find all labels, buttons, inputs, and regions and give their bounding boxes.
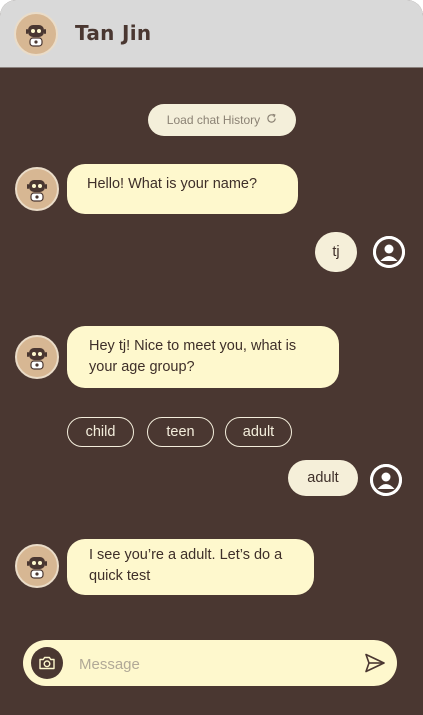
message-composer [23, 640, 397, 686]
option-label: adult [242, 424, 275, 440]
chat-app: Tan Jin Load chat History Hello! What is… [0, 0, 423, 715]
chat-title: Tan Jin [75, 21, 152, 45]
option-adult-button[interactable]: adult [225, 417, 292, 447]
user-message: adult [288, 460, 358, 496]
camera-button[interactable] [31, 647, 63, 679]
chat-header: Tan Jin [0, 0, 423, 68]
option-label: child [85, 424, 116, 440]
load-chat-history-label: Load chat History [166, 113, 261, 127]
refresh-icon [266, 113, 277, 127]
user-message: tj [315, 232, 357, 272]
load-chat-history-button[interactable]: Load chat History [148, 104, 296, 136]
option-teen-button[interactable]: teen [147, 417, 214, 447]
message-text: tj [332, 243, 340, 260]
bot-message: Hey tj! Nice to meet you, what is your a… [67, 326, 339, 388]
camera-icon [39, 656, 55, 670]
message-text: I see you’re a adult. Let’s do a quick t… [89, 547, 283, 584]
robot-icon [14, 12, 58, 56]
option-label: teen [166, 424, 195, 440]
message-text: adult [307, 469, 339, 486]
message-input[interactable] [77, 648, 351, 680]
bot-message: Hello! What is your name? [67, 164, 298, 214]
option-child-button[interactable]: child [67, 417, 134, 447]
message-text: Hey tj! Nice to meet you, what is your a… [89, 338, 297, 375]
send-button[interactable] [363, 651, 387, 675]
robot-icon [15, 544, 59, 588]
user-avatar-icon [370, 464, 402, 496]
bot-message: I see you’re a adult. Let’s do a quick t… [67, 539, 314, 595]
user-avatar-icon [373, 236, 405, 268]
send-icon [365, 653, 385, 673]
robot-icon [15, 335, 59, 379]
robot-icon [15, 167, 59, 211]
message-text: Hello! What is your name? [87, 176, 258, 192]
